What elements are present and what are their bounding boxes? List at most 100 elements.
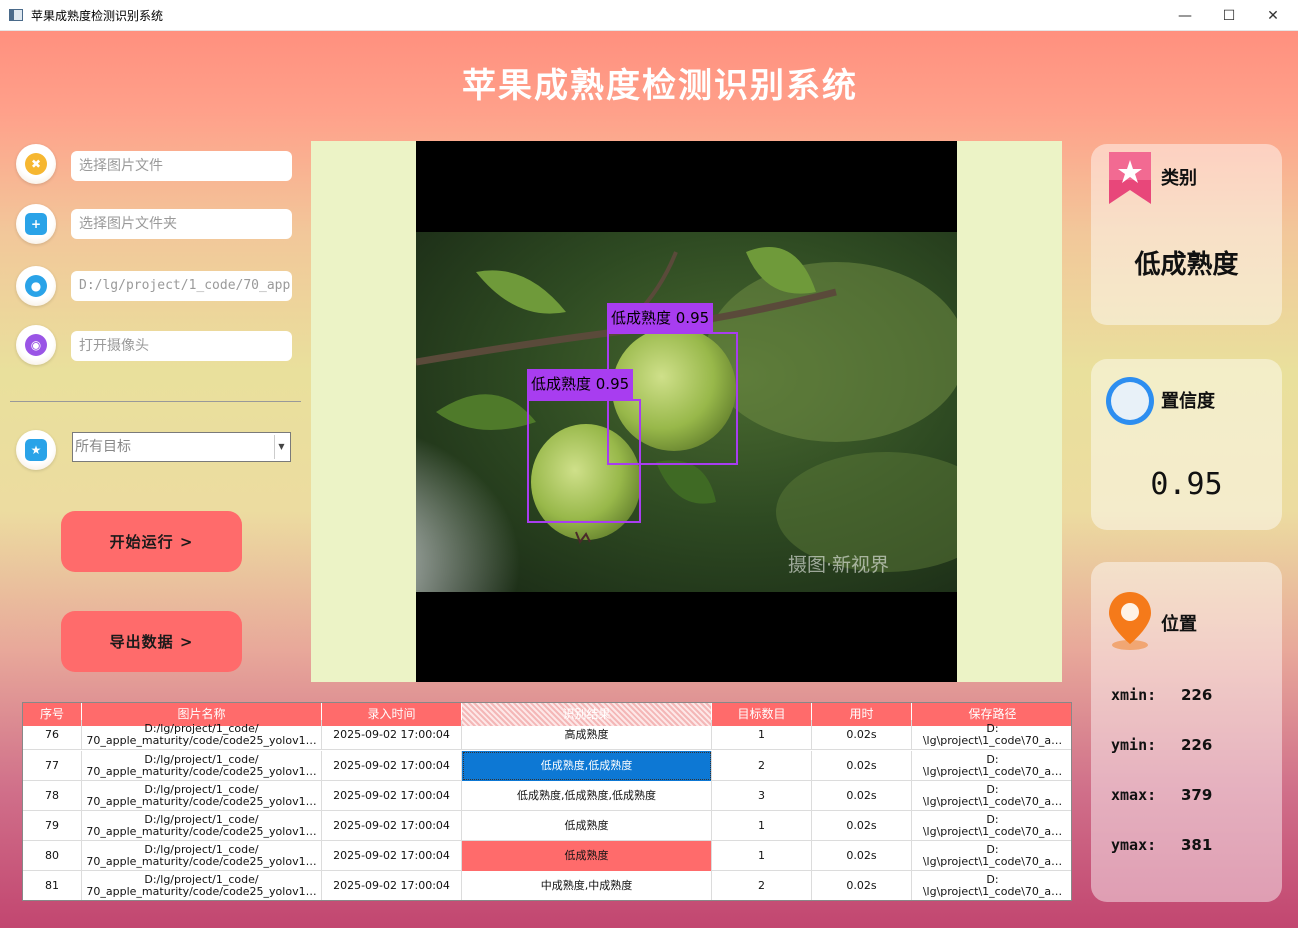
result-cell[interactable]: 低成熟度,低成熟度,低成熟度	[462, 781, 712, 811]
save-path-cell: D: \lg\project\1_code\70_a…	[912, 871, 1071, 900]
count-cell: 2	[712, 871, 812, 900]
image-name-line: 70_apple_maturity/code/code25_yolov1…	[86, 765, 317, 778]
target-select-value: 所有目标	[75, 439, 131, 455]
position-title: 位置	[1161, 614, 1197, 635]
time-cell: 2025-09-02 17:00:04	[322, 841, 462, 871]
confidence-value: 0.95	[1150, 467, 1223, 502]
video-file-icon[interactable]: ●	[16, 266, 56, 306]
save-path-line: \lg\project\1_code\70_a…	[922, 825, 1063, 838]
result-cell[interactable]: 低成熟度,低成熟度	[462, 751, 712, 781]
table-row[interactable]: 81 D:/lg/project/1_code/70_apple_maturit…	[23, 871, 1071, 900]
window-titlebar: 苹果成熟度检测识别系统 — ☐ ✕	[0, 0, 1298, 31]
xmin-row: xmin: 226	[1111, 686, 1212, 704]
time-cell: 2025-09-02 17:00:04	[322, 720, 462, 750]
row-index: 76	[23, 720, 82, 750]
count-cell: 3	[712, 781, 812, 811]
image-name-line: 70_apple_maturity/code/code25_yolov1…	[86, 795, 317, 808]
image-folder-icon[interactable]: +	[16, 204, 56, 244]
result-cell[interactable]: 高成熟度	[462, 720, 712, 750]
image-file-input[interactable]: 选择图片文件	[71, 151, 292, 181]
image-name-line: 70_apple_maturity/code/code25_yolov1…	[86, 734, 317, 747]
target-select[interactable]: 所有目标 ▼	[72, 432, 291, 462]
app-icon	[9, 9, 23, 21]
camera-input[interactable]: 打开摄像头	[71, 331, 292, 361]
ymin-row: ymin: 226	[1111, 736, 1212, 754]
close-button[interactable]: ✕	[1250, 0, 1296, 31]
xmin-value: 226	[1181, 686, 1213, 704]
time-cell: 2025-09-02 17:00:04	[322, 871, 462, 900]
save-path-cell: D: \lg\project\1_code\70_a…	[912, 751, 1071, 781]
xmax-value: 379	[1181, 786, 1213, 804]
result-cell[interactable]: 低成熟度	[462, 811, 712, 841]
detection-label: 低成熟度 0.95	[527, 369, 634, 399]
start-run-button[interactable]: 开始运行 >	[61, 511, 242, 572]
row-index: 79	[23, 811, 82, 841]
position-card: 位置 xmin: 226 ymin: 226 xmax: 379 ymax: 3…	[1091, 562, 1282, 902]
maximize-button[interactable]: ☐	[1206, 0, 1252, 31]
save-path-line: \lg\project\1_code\70_a…	[922, 765, 1063, 778]
minimize-button[interactable]: —	[1162, 0, 1208, 31]
xmax-label: xmax:	[1111, 786, 1157, 804]
result-cell[interactable]: 中成熟度,中成熟度	[462, 871, 712, 900]
save-path-line: \lg\project\1_code\70_a…	[922, 734, 1063, 747]
window-title: 苹果成熟度检测识别系统	[31, 8, 164, 23]
watermark: 摄图·新视界	[788, 554, 890, 576]
table-row[interactable]: 78 D:/lg/project/1_code/70_apple_maturit…	[23, 781, 1071, 811]
export-data-button[interactable]: 导出数据 >	[61, 611, 242, 672]
ymax-label: ymax:	[1111, 836, 1157, 854]
ymin-value: 226	[1181, 736, 1213, 754]
save-path-line: \lg\project\1_code\70_a…	[922, 885, 1063, 898]
class-title: 类别	[1161, 168, 1197, 189]
confidence-ring-icon	[1106, 377, 1154, 425]
duration-cell: 0.02s	[812, 720, 912, 750]
divider	[10, 401, 301, 402]
detection-label: 低成熟度 0.95	[607, 303, 714, 333]
table-row[interactable]: 80 D:/lg/project/1_code/70_apple_maturit…	[23, 841, 1071, 871]
duration-cell: 0.02s	[812, 781, 912, 811]
count-cell: 2	[712, 751, 812, 781]
image-name-cell: D:/lg/project/1_code/70_apple_maturity/c…	[82, 871, 322, 900]
video-path-input[interactable]: D:/lg/project/1_code/70_app	[71, 271, 292, 301]
save-path-line: \lg\project\1_code\70_a…	[922, 855, 1063, 868]
row-index: 81	[23, 871, 82, 900]
row-index: 77	[23, 751, 82, 781]
page-title: 苹果成熟度检测识别系统	[462, 66, 858, 106]
result-cell[interactable]: 低成熟度	[462, 841, 712, 871]
confidence-title: 置信度	[1161, 391, 1215, 412]
confidence-card: 置信度 0.95	[1091, 359, 1282, 530]
detection-box	[527, 399, 641, 523]
ymin-label: ymin:	[1111, 736, 1157, 754]
ymax-row: ymax: 381	[1111, 836, 1212, 854]
ymax-value: 381	[1181, 836, 1213, 854]
image-name-line: 70_apple_maturity/code/code25_yolov1…	[86, 825, 317, 838]
location-pin-icon	[1109, 592, 1151, 650]
count-cell: 1	[712, 841, 812, 871]
save-path-cell: D: \lg\project\1_code\70_a…	[912, 811, 1071, 841]
image-name-line: 70_apple_maturity/code/code25_yolov1…	[86, 885, 317, 898]
image-viewer: 摄图·新视界 低成熟度 0.95 低成熟度 0.95	[311, 141, 1062, 682]
xmin-label: xmin:	[1111, 686, 1157, 704]
duration-cell: 0.02s	[812, 751, 912, 781]
save-path-cell: D: \lg\project\1_code\70_a…	[912, 781, 1071, 811]
chevron-down-icon[interactable]: ▼	[274, 435, 288, 459]
image-file-icon[interactable]: ✖	[16, 144, 56, 184]
time-cell: 2025-09-02 17:00:04	[322, 811, 462, 841]
save-path-line: \lg\project\1_code\70_a…	[922, 795, 1063, 808]
results-table[interactable]: 序号 图片名称 录入时间 识别结果 目标数目 用时 保存路径 76 D:/lg/…	[22, 702, 1072, 901]
time-cell: 2025-09-02 17:00:04	[322, 751, 462, 781]
table-row[interactable]: 79 D:/lg/project/1_code/70_apple_maturit…	[23, 811, 1071, 841]
image-folder-input[interactable]: 选择图片文件夹	[71, 209, 292, 239]
duration-cell: 0.02s	[812, 841, 912, 871]
table-row[interactable]: 77 D:/lg/project/1_code/70_apple_maturit…	[23, 751, 1071, 781]
image-name-cell: D:/lg/project/1_code/70_apple_maturity/c…	[82, 781, 322, 811]
count-cell: 1	[712, 720, 812, 750]
image-name-cell: D:/lg/project/1_code/70_apple_maturity/c…	[82, 811, 322, 841]
detection-image: 摄图·新视界 低成熟度 0.95 低成熟度 0.95	[416, 141, 957, 682]
class-value: 低成熟度	[1134, 250, 1239, 280]
image-name-cell: D:/lg/project/1_code/70_apple_maturity/c…	[82, 720, 322, 750]
time-cell: 2025-09-02 17:00:04	[322, 781, 462, 811]
save-path-cell: D: \lg\project\1_code\70_a…	[912, 841, 1071, 871]
row-index: 80	[23, 841, 82, 871]
camera-icon[interactable]: ◉	[16, 325, 56, 365]
table-row[interactable]: 76 D:/lg/project/1_code/70_apple_maturit…	[23, 720, 1071, 750]
